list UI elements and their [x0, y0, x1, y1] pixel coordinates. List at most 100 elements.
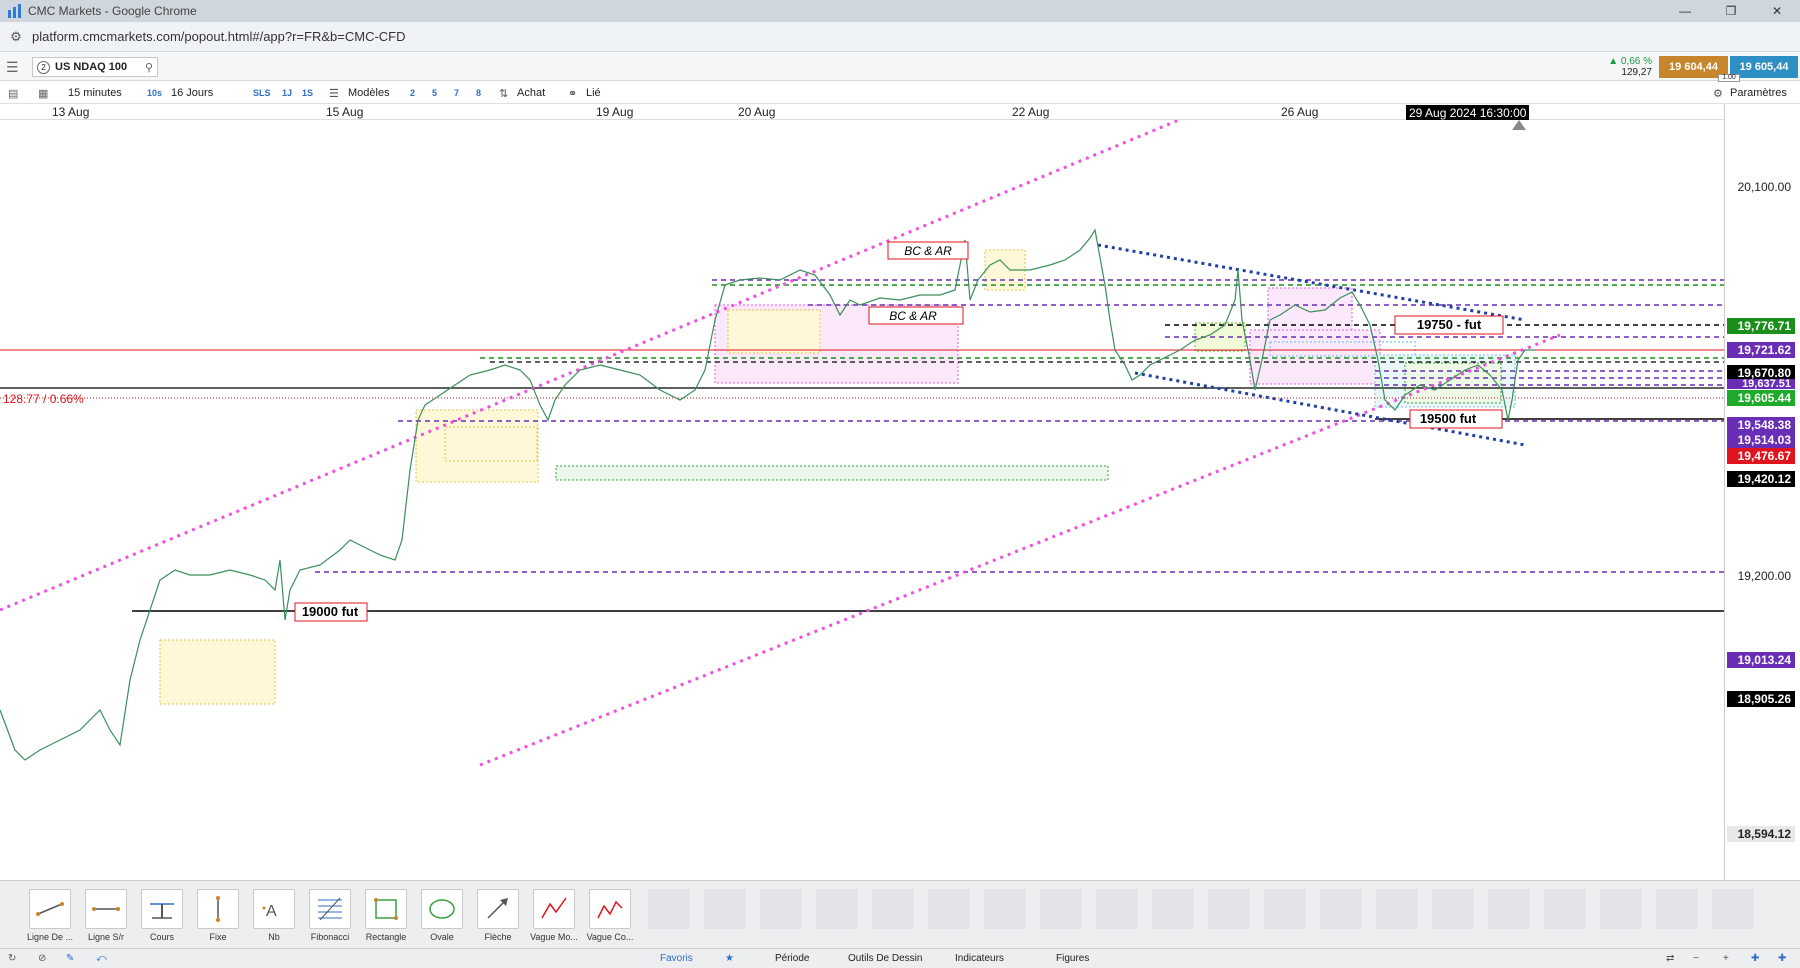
site-info-icon[interactable]: ⚙	[8, 29, 24, 45]
y-tick: 20,100.00	[1737, 180, 1791, 194]
price-chart[interactable]: BC & AR BC & AR 19750 - fut 19500 fut 19…	[0, 120, 1724, 880]
sr-line-tool-button[interactable]	[85, 889, 127, 929]
range-1s[interactable]: 1S	[302, 85, 313, 101]
change-points: 129,27	[1621, 67, 1652, 78]
range-1j[interactable]: 1J	[282, 85, 292, 101]
callout-19750[interactable]: 19750 - fut	[1394, 315, 1504, 335]
date-label: 15 Aug	[326, 105, 364, 119]
empty-tool-slot[interactable]	[1152, 889, 1194, 929]
empty-tool-slot[interactable]	[928, 889, 970, 929]
spread-badge: 1.00	[1718, 74, 1740, 82]
empty-tool-slot[interactable]	[648, 889, 690, 929]
preset-7[interactable]: 7	[454, 85, 459, 101]
tab-period[interactable]: Période	[775, 953, 809, 964]
empty-tool-slot[interactable]	[1432, 889, 1474, 929]
empty-tool-slot[interactable]	[1376, 889, 1418, 929]
cursor-icon[interactable]: ⤺	[96, 953, 107, 964]
block-icon[interactable]: ⊘	[38, 953, 46, 964]
empty-tool-slot[interactable]	[1320, 889, 1362, 929]
preset-5[interactable]: 5	[432, 85, 437, 101]
ellipse-tool-button[interactable]	[421, 889, 463, 929]
tab-figures[interactable]: Figures	[1056, 953, 1089, 964]
y-tick: 19,200.00	[1737, 569, 1791, 583]
zoom-in-icon[interactable]: +	[1723, 953, 1729, 964]
fit-icon[interactable]: ⇄	[1666, 953, 1674, 964]
level-tag: 19,420.12	[1727, 471, 1795, 487]
rectangle-tool-button[interactable]	[365, 889, 407, 929]
corrective-wave-tool-button[interactable]	[589, 889, 631, 929]
search-icon[interactable]: ⚲	[145, 61, 153, 74]
fibonacci-tool-button[interactable]	[309, 889, 351, 929]
empty-tool-slot[interactable]	[1208, 889, 1250, 929]
settings-button[interactable]: Paramètres	[1730, 85, 1787, 101]
empty-tool-slot[interactable]	[704, 889, 746, 929]
minimize-button[interactable]: —	[1662, 0, 1708, 22]
trendline-tool-button[interactable]	[29, 889, 71, 929]
interval-select[interactable]: 15 minutes	[68, 85, 122, 101]
link-icon[interactable]: ⚭	[568, 85, 577, 101]
chart-toolbar: ▤ ▦ 15 minutes 10s 16 Jours SLS 1J 1S ☰ …	[0, 82, 1800, 104]
preset-2[interactable]: 2	[410, 85, 415, 101]
close-button[interactable]: ✕	[1754, 0, 1800, 22]
interval-10s[interactable]: 10s	[147, 85, 162, 101]
buy-toolbar-button[interactable]: Achat	[517, 85, 545, 101]
tab-indicators[interactable]: Indicateurs	[955, 953, 1004, 964]
tab-drawing-tools[interactable]: Outils De Dessin	[848, 953, 922, 964]
empty-tool-slot[interactable]	[1040, 889, 1082, 929]
empty-tool-slot[interactable]	[1712, 889, 1754, 929]
expand-icon[interactable]: ✚	[1778, 953, 1786, 964]
motive-wave-tool-button[interactable]	[533, 889, 575, 929]
empty-tool-slot[interactable]	[1600, 889, 1642, 929]
level-tag: 19,476.67	[1727, 448, 1795, 464]
crosshair-icon[interactable]: ✚	[1751, 953, 1759, 964]
refresh-icon[interactable]: ↻	[8, 953, 16, 964]
empty-tool-slot[interactable]	[760, 889, 802, 929]
callout-bc-ar-1[interactable]: BC & AR	[887, 241, 969, 260]
empty-tool-slot[interactable]	[1264, 889, 1306, 929]
level-tag: 19,013.24	[1727, 652, 1795, 668]
menu-icon[interactable]: ☰	[6, 59, 24, 75]
models-button[interactable]: Modèles	[348, 85, 390, 101]
settings-icon[interactable]: ⚙	[1713, 85, 1723, 101]
linked-button[interactable]: Lié	[586, 85, 601, 101]
note-tool-button[interactable]: A	[253, 889, 295, 929]
empty-tool-slot[interactable]	[1656, 889, 1698, 929]
restore-button[interactable]: ❐	[1708, 0, 1754, 22]
callout-text: 19000 fut	[302, 604, 359, 619]
range-select[interactable]: 16 Jours	[171, 85, 213, 101]
arrow-tool-button[interactable]	[477, 889, 519, 929]
empty-tool-slot[interactable]	[1488, 889, 1530, 929]
zoom-out-icon[interactable]: −	[1693, 953, 1699, 964]
layout-icon[interactable]: ▦	[38, 85, 48, 101]
empty-tool-slot[interactable]	[1096, 889, 1138, 929]
pencil-icon[interactable]: ✎	[66, 953, 74, 964]
models-icon[interactable]: ☰	[329, 85, 339, 101]
tool-label: Vague Co...	[586, 932, 634, 942]
fixed-tool-button[interactable]	[197, 889, 239, 929]
date-label: 20 Aug	[738, 105, 776, 119]
buy-button[interactable]: 19 605,44	[1730, 56, 1798, 78]
empty-tool-slot[interactable]	[1544, 889, 1586, 929]
empty-tool-slot[interactable]	[816, 889, 858, 929]
empty-tool-slot[interactable]	[984, 889, 1026, 929]
range-sls[interactable]: SLS	[253, 85, 271, 101]
star-icon[interactable]: ★	[725, 953, 734, 964]
chart-type-icon[interactable]: ▤	[8, 85, 18, 101]
callout-19000[interactable]: 19000 fut	[294, 602, 368, 622]
level-tag: 19,548.38	[1727, 417, 1795, 433]
instrument-selector[interactable]: 2 US NDAQ 100 ⚲	[32, 57, 158, 77]
empty-tool-slot[interactable]	[872, 889, 914, 929]
callout-text: 19750 - fut	[1417, 317, 1482, 332]
url-text[interactable]: platform.cmcmarkets.com/popout.html#/app…	[32, 29, 406, 44]
price-tool-button[interactable]	[141, 889, 183, 929]
callout-bc-ar-2[interactable]: BC & AR	[868, 306, 964, 325]
window-title: CMC Markets - Google Chrome	[28, 4, 197, 18]
chart-area[interactable]: BC & AR BC & AR 19750 - fut 19500 fut 19…	[0, 120, 1724, 880]
tab-favorites[interactable]: Favoris	[660, 953, 693, 964]
callout-19500[interactable]: 19500 fut	[1409, 409, 1503, 429]
preset-8[interactable]: 8	[476, 85, 481, 101]
buy-icon[interactable]: ⇅	[499, 85, 508, 101]
callout-text: BC & AR	[904, 244, 952, 258]
date-label: 19 Aug	[596, 105, 634, 119]
level-tag: 19,776.71	[1727, 318, 1795, 334]
